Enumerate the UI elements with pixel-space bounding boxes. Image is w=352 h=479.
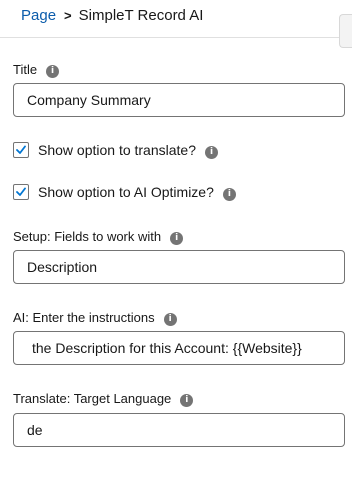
panel-header: Page > SimpleT Record AI: [0, 0, 352, 38]
ai-instructions-label-row: AI: Enter the instructions i: [13, 310, 177, 326]
setup-fields-input[interactable]: Description: [13, 250, 345, 284]
show-translate-checkbox[interactable]: [13, 142, 29, 158]
checkmark-icon: [16, 187, 26, 196]
checkmark-icon: [16, 145, 26, 154]
target-language-input[interactable]: de: [13, 413, 345, 447]
info-icon[interactable]: i: [180, 394, 194, 407]
setup-fields-label: Setup: Fields to work with: [13, 229, 162, 244]
breadcrumb: Page > SimpleT Record AI: [21, 6, 203, 26]
info-icon[interactable]: i: [46, 65, 60, 78]
show-translate-label: Show option to translate?: [38, 142, 196, 158]
info-icon[interactable]: i: [222, 188, 236, 201]
title-input[interactable]: Company Summary: [13, 83, 345, 117]
ai-instructions-input[interactable]: the Description for this Account: {{Webs…: [13, 331, 345, 365]
target-language-label: Translate: Target Language: [13, 391, 172, 406]
show-ai-optimize-checkbox[interactable]: [13, 184, 29, 200]
panel-collapse-handle[interactable]: [339, 14, 352, 48]
title-label: Title: [13, 62, 38, 77]
title-label-row: Title i: [13, 62, 60, 78]
breadcrumb-page-link[interactable]: Page: [21, 7, 56, 24]
info-icon[interactable]: i: [170, 232, 184, 245]
info-icon[interactable]: i: [163, 313, 177, 326]
property-panel: Page > SimpleT Record AI Title i Company Su…: [0, 0, 352, 479]
setup-fields-label-row: Setup: Fields to work with i: [13, 229, 184, 245]
show-ai-optimize-label: Show option to AI Optimize?: [38, 184, 214, 200]
ai-instructions-label: AI: Enter the instructions: [13, 310, 155, 325]
show-ai-optimize-row: Show option to AI Optimize? i: [13, 183, 236, 201]
info-icon[interactable]: i: [205, 146, 218, 159]
show-translate-row: Show option to translate? i: [13, 141, 218, 159]
target-language-label-row: Translate: Target Language i: [13, 391, 194, 407]
breadcrumb-separator: >: [64, 8, 72, 23]
breadcrumb-current: SimpleT Record AI: [78, 7, 204, 24]
